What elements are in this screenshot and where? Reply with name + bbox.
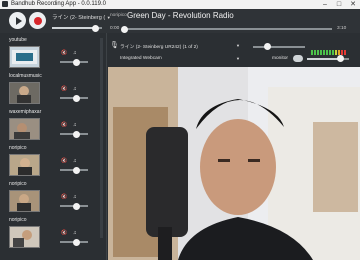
headphones-icon[interactable]: ♫ xyxy=(73,122,77,128)
participant-row: noripico 🔇 ♫ xyxy=(0,144,106,180)
participant-name: waxemiphaxar xyxy=(9,109,42,115)
participant-thumbnail-image xyxy=(10,47,39,67)
participant-volume-knob[interactable] xyxy=(73,130,80,138)
record-icon xyxy=(33,16,42,25)
webcam-preview xyxy=(108,67,360,260)
mute-icon[interactable]: 🔇 xyxy=(61,86,67,92)
participant-row: waxemiphaxar 🔇 ♫ xyxy=(0,108,106,144)
video-input-label: Integrated Webcam xyxy=(120,56,162,61)
input-device-select[interactable]: ライン (2- Steinberg ( ▼ xyxy=(52,13,111,21)
audio-input-select[interactable]: ライン (2- Steinberg UR242) (1 of 2) xyxy=(120,43,198,50)
participant-name: localmusmusic xyxy=(9,73,42,79)
participant-thumbnail-image xyxy=(10,227,39,247)
app-icon xyxy=(2,1,8,7)
participant-name: noripico xyxy=(9,217,27,223)
mute-icon[interactable]: 🔇 xyxy=(61,50,67,56)
play-button[interactable] xyxy=(9,12,26,29)
playback-progress-knob[interactable] xyxy=(121,25,128,33)
participant-name: noripico xyxy=(9,145,27,151)
webcam-image xyxy=(108,67,360,260)
mic-gain-knob[interactable] xyxy=(264,43,271,50)
mic-gain-slider[interactable] xyxy=(253,46,305,48)
mute-icon[interactable]: 🔇 xyxy=(61,158,67,164)
participant-volume-knob[interactable] xyxy=(73,202,80,210)
minimize-icon[interactable]: – xyxy=(318,0,332,9)
input-volume-fill xyxy=(52,27,94,29)
input-device-label: ライン (2- Steinberg ( xyxy=(52,15,106,21)
participant-volume-knob[interactable] xyxy=(73,58,80,66)
participant-thumbnail[interactable] xyxy=(9,226,40,248)
input-volume-knob[interactable] xyxy=(92,24,99,32)
participant-row: localmusmusic 🔇 ♫ xyxy=(0,72,106,108)
headphones-icon[interactable]: ♫ xyxy=(73,50,77,56)
chevron-down-icon[interactable]: ▼ xyxy=(236,43,240,48)
participant-name: noripico xyxy=(9,181,27,187)
participant-row: noripico 🔇 ♫ xyxy=(0,180,106,216)
playback-progress-slider[interactable] xyxy=(124,28,332,30)
participant-thumbnail-image xyxy=(10,83,39,103)
participant-thumbnail[interactable] xyxy=(9,46,40,68)
time-total: 3:10 xyxy=(337,26,347,31)
participant-volume-knob[interactable] xyxy=(73,94,80,102)
participant-thumbnail-image xyxy=(10,155,39,175)
monitor-toggle[interactable] xyxy=(293,55,303,62)
participant-thumbnail[interactable] xyxy=(9,190,40,212)
participant-name: youtube xyxy=(9,37,27,43)
mute-icon[interactable]: 🔇 xyxy=(61,122,67,128)
participant-thumbnail[interactable] xyxy=(9,82,40,104)
participant-volume-knob[interactable] xyxy=(73,238,80,246)
window-titlebar: Bandhub Recording App - 0.0.119.0 – □ ✕ xyxy=(0,0,360,9)
track-user: noripico xyxy=(110,13,127,18)
mute-icon[interactable]: 🔇 xyxy=(61,230,67,236)
time-current: 0:00 xyxy=(110,26,120,31)
participant-row: youtube 🔇 ♫ xyxy=(0,36,106,72)
participant-row: noripico 🔇 ♫ xyxy=(0,216,106,256)
audio-input-label: ライン (2- Steinberg UR242) (1 of 2) xyxy=(120,45,198,50)
maximize-icon[interactable]: □ xyxy=(332,0,346,9)
track-title: Green Day - Revolution Radio xyxy=(127,11,234,20)
input-level-meter xyxy=(311,42,349,55)
participant-thumbnail[interactable] xyxy=(9,154,40,176)
window-title: Bandhub Recording App - 0.0.119.0 xyxy=(11,1,106,7)
record-button[interactable] xyxy=(29,12,46,29)
headphones-icon[interactable]: ♫ xyxy=(73,86,77,92)
participant-thumbnail-image xyxy=(10,119,39,139)
video-input-select[interactable]: Integrated Webcam xyxy=(120,56,162,61)
mute-icon[interactable]: 🔇 xyxy=(61,194,67,200)
monitor-level-knob[interactable] xyxy=(337,55,344,62)
headphones-icon[interactable]: ♫ xyxy=(73,158,77,164)
close-icon[interactable]: ✕ xyxy=(346,0,360,9)
monitor-label: monitor xyxy=(272,56,288,61)
monitor-level-fill xyxy=(307,58,339,60)
participant-thumbnail[interactable] xyxy=(9,118,40,140)
participant-volume-knob[interactable] xyxy=(73,166,80,174)
headphones-icon[interactable]: ♫ xyxy=(73,230,77,236)
headphones-icon[interactable]: ♫ xyxy=(73,194,77,200)
microphone-icon: 🎙 xyxy=(110,42,119,49)
participant-thumbnail-image xyxy=(10,191,39,211)
play-icon xyxy=(16,16,22,25)
chevron-down-icon[interactable]: ▼ xyxy=(236,56,240,61)
